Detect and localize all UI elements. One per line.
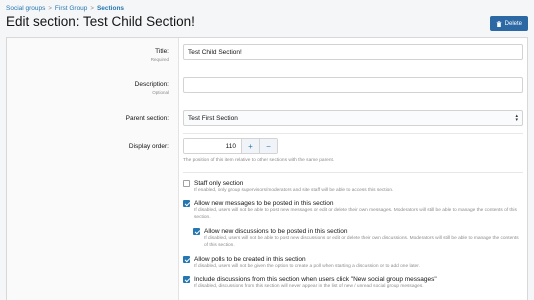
display-order-stepper[interactable]: 110 + −	[183, 138, 278, 154]
breadcrumb-first-group[interactable]: First Group	[55, 5, 88, 12]
checkbox-allow-messages[interactable]	[183, 200, 190, 207]
parent-section-value: Test First Section	[188, 114, 238, 122]
option-title: Include discussions from this section wh…	[194, 276, 437, 283]
breadcrumb-separator: >	[90, 5, 94, 12]
breadcrumb: Social groups > First Group > Sections	[6, 5, 124, 12]
divider	[183, 133, 523, 134]
divider	[183, 172, 523, 173]
parent-section-select[interactable]: Test First Section ▴ ▾	[183, 110, 523, 126]
increment-button[interactable]: +	[241, 139, 259, 153]
checkbox-staff-only[interactable]	[183, 180, 190, 187]
option-title: Allow new discussions to be posted in th…	[204, 228, 348, 235]
title-label: Title: Required	[150, 48, 169, 62]
display-order-label: Display order:	[128, 143, 169, 150]
page-title: Edit section: Test Child Section!	[6, 14, 195, 29]
select-arrows-icon: ▴ ▾	[515, 113, 518, 123]
checkbox-allow-discussions[interactable]	[193, 228, 200, 235]
trash-icon	[496, 20, 502, 27]
display-order-input[interactable]: 110	[184, 139, 241, 153]
checkbox-allow-polls[interactable]	[183, 256, 190, 263]
option-allow-discussions[interactable]: Allow new discussions to be posted in th…	[193, 228, 519, 249]
option-desc: If enabled, only group supervisors/moder…	[194, 188, 394, 193]
title-required-hint: Required	[150, 57, 169, 62]
option-desc: If disabled, discussions from this secti…	[194, 284, 424, 289]
option-title: Allow new messages to be posted in this …	[194, 200, 334, 207]
description-input[interactable]	[183, 77, 523, 93]
delete-label: Delete	[504, 20, 522, 27]
delete-button[interactable]: Delete	[489, 16, 528, 31]
option-allow-polls[interactable]: Allow polls to be created in this sectio…	[183, 256, 519, 271]
option-include-new-messages[interactable]: Include discussions from this section wh…	[183, 276, 519, 291]
breadcrumb-social-groups[interactable]: Social groups	[6, 5, 45, 12]
parent-section-label: Parent section:	[125, 115, 169, 122]
description-label: Description: Optional	[134, 81, 169, 95]
description-optional-hint: Optional	[152, 90, 169, 95]
option-staff-only[interactable]: Staff only section If enabled, only grou…	[183, 180, 519, 195]
edit-form: Title: Required Test Child Section! Desc…	[6, 37, 528, 300]
option-title: Allow polls to be created in this sectio…	[194, 256, 306, 263]
option-title: Staff only section	[194, 180, 244, 187]
title-input[interactable]: Test Child Section!	[183, 44, 523, 60]
option-desc: If disabled, users will not be given the…	[194, 264, 420, 269]
checkbox-include-new-messages[interactable]	[183, 276, 190, 283]
display-order-explain: The position of this item relative to ot…	[183, 158, 335, 163]
option-allow-messages[interactable]: Allow new messages to be posted in this …	[183, 200, 519, 221]
option-desc: If disabled, users will not be able to p…	[204, 236, 519, 248]
breadcrumb-sections[interactable]: Sections	[97, 5, 124, 12]
decrement-button[interactable]: −	[259, 139, 277, 153]
breadcrumb-separator: >	[48, 5, 52, 12]
label-column	[7, 38, 179, 300]
option-desc: If disabled, users will not be able to p…	[194, 208, 517, 220]
